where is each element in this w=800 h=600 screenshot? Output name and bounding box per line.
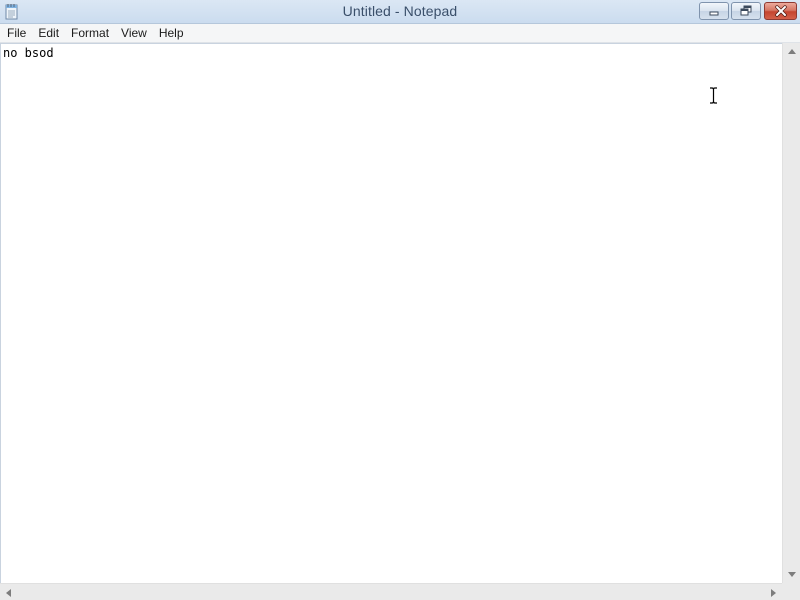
text-editor[interactable]: no bsod: [0, 43, 782, 583]
arrow-down-icon: [787, 572, 796, 577]
menu-format[interactable]: Format: [65, 24, 115, 42]
menu-help[interactable]: Help: [153, 24, 190, 42]
restore-button[interactable]: [731, 2, 761, 20]
menu-view[interactable]: View: [115, 24, 153, 42]
notepad-window: Untitled - Notepad File Edit Format View…: [0, 0, 800, 600]
ibeam-cursor-icon: [710, 87, 717, 104]
arrow-right-icon: [771, 588, 776, 597]
arrow-left-icon: [6, 588, 11, 597]
close-button[interactable]: [764, 2, 797, 20]
minimize-icon: [709, 11, 719, 16]
menu-edit[interactable]: Edit: [32, 24, 65, 42]
arrow-up-icon: [787, 49, 796, 54]
close-icon: [774, 5, 787, 17]
vertical-scrollbar[interactable]: [782, 43, 800, 583]
title-bar[interactable]: Untitled - Notepad: [0, 0, 800, 24]
editor-content[interactable]: no bsod: [3, 46, 54, 60]
window-title: Untitled - Notepad: [342, 3, 458, 19]
menu-file[interactable]: File: [1, 24, 32, 42]
scroll-up-button[interactable]: [783, 43, 800, 60]
scrollbar-corner: [782, 583, 800, 600]
restore-icon: [740, 5, 752, 16]
scroll-right-button[interactable]: [765, 584, 782, 600]
menu-bar: File Edit Format View Help: [0, 24, 800, 43]
minimize-button[interactable]: [699, 2, 729, 20]
scroll-down-button[interactable]: [783, 566, 800, 583]
horizontal-scrollbar[interactable]: [0, 583, 782, 600]
scroll-left-button[interactable]: [0, 584, 17, 600]
